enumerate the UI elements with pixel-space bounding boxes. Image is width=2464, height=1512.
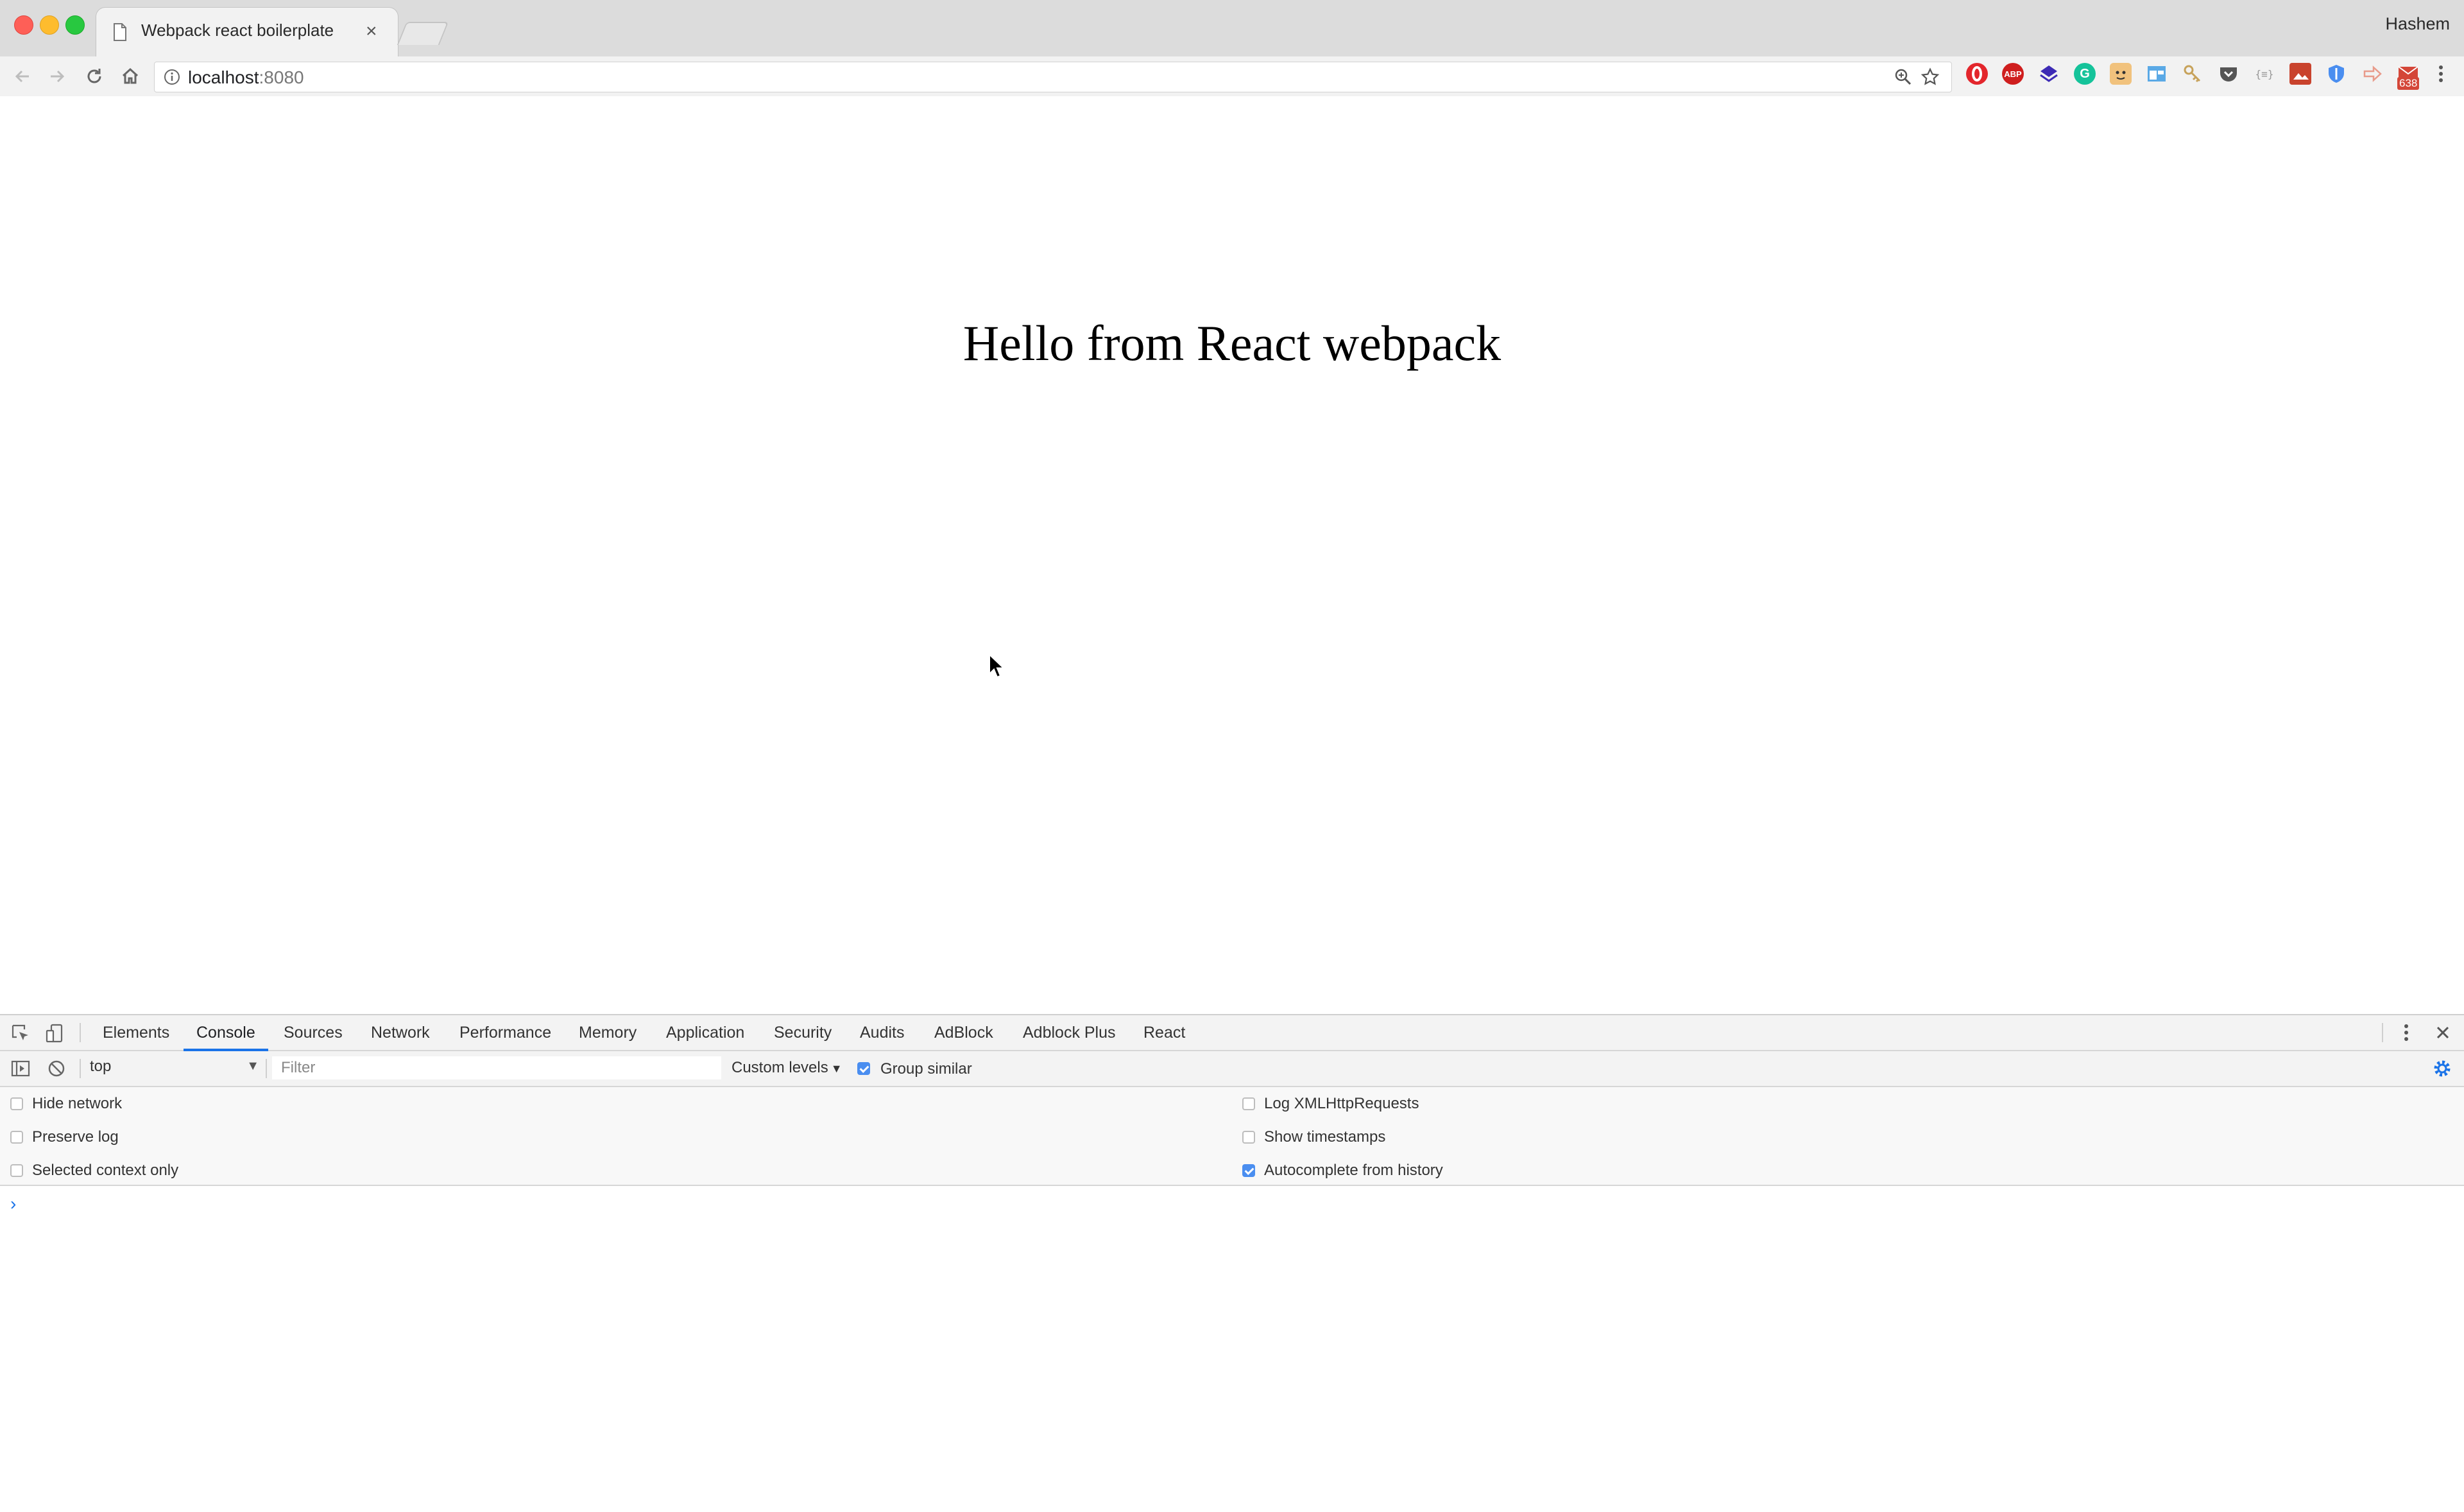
window-icon[interactable] <box>2146 63 2168 85</box>
tab-adblock-plus[interactable]: Adblock Plus <box>1023 1015 1116 1050</box>
zoom-icon[interactable] <box>1894 67 1913 87</box>
info-icon[interactable] <box>164 69 180 85</box>
group-similar-checkbox[interactable] <box>857 1062 870 1075</box>
group-similar-label: Group similar <box>880 1060 972 1078</box>
window-close-button[interactable] <box>14 15 33 35</box>
autocomplete-from-history-checkbox[interactable] <box>1242 1164 1255 1177</box>
tab-elements[interactable]: Elements <box>103 1015 169 1050</box>
tab-security[interactable]: Security <box>774 1015 832 1050</box>
profile-name[interactable]: Hashem <box>2385 14 2450 34</box>
log-levels-label: Custom levels <box>732 1059 828 1076</box>
tab-console[interactable]: Console <box>184 1015 268 1051</box>
show-timestamps-checkbox[interactable] <box>1242 1131 1255 1144</box>
layers-icon[interactable] <box>2038 63 2060 85</box>
home-icon[interactable] <box>119 65 141 87</box>
key-icon[interactable] <box>2182 63 2203 85</box>
mail-icon[interactable]: 638 <box>2397 63 2420 90</box>
selected-context-only-checkbox[interactable] <box>10 1164 23 1177</box>
json-icon[interactable]: {≡} <box>2254 63 2275 85</box>
devtools-panel: Elements Console Sources Network Perform… <box>0 1014 2464 1512</box>
tab-adblock[interactable]: AdBlock <box>934 1015 993 1050</box>
preserve-log-checkbox[interactable] <box>10 1131 23 1144</box>
gallery-icon[interactable] <box>2289 63 2311 85</box>
log-xmlhttprequests-label: Log XMLHttpRequests <box>1264 1095 1419 1112</box>
preserve-log-label: Preserve log <box>32 1128 119 1146</box>
tab-title: Webpack react boilerplate <box>141 21 334 40</box>
toolbar-divider <box>80 1023 81 1042</box>
devtools-close-icon[interactable] <box>2432 1022 2454 1044</box>
device-toolbar-icon[interactable] <box>45 1023 65 1044</box>
emoji-icon[interactable] <box>2110 63 2132 85</box>
context-selector[interactable]: top ▼ <box>90 1058 259 1079</box>
new-tab-button[interactable] <box>397 22 449 45</box>
forward-icon[interactable] <box>46 65 68 87</box>
url-port: :8080 <box>259 67 304 87</box>
clear-console-icon[interactable] <box>46 1058 67 1079</box>
dropdown-caret-icon: ▼ <box>246 1059 259 1073</box>
console-prompt-icon[interactable]: › <box>10 1194 16 1214</box>
autocomplete-from-history-label: Autocomplete from history <box>1264 1162 1443 1179</box>
page-viewport: Hello from React webpack <box>0 96 2464 1014</box>
show-timestamps-label: Show timestamps <box>1264 1128 1386 1146</box>
console-settings-panel: Hide network Preserve log Selected conte… <box>0 1087 2464 1186</box>
page-heading: Hello from React webpack <box>963 315 1502 371</box>
devtools-tabbar: Elements Console Sources Network Perform… <box>0 1015 2464 1051</box>
back-icon[interactable] <box>12 65 33 87</box>
arrow-icon[interactable] <box>2361 63 2383 85</box>
console-toolbar: top ▼ Custom levels▼ Group similar <box>0 1051 2464 1087</box>
inspect-element-icon[interactable] <box>10 1023 31 1044</box>
tab-close-icon[interactable]: × <box>366 22 377 41</box>
reload-icon[interactable] <box>83 65 105 87</box>
log-xmlhttprequests-checkbox[interactable] <box>1242 1097 1255 1110</box>
toolbar-divider <box>80 1059 81 1078</box>
tab-application[interactable]: Application <box>666 1015 744 1050</box>
mail-badge: 638 <box>2397 77 2420 90</box>
browser-menu-icon[interactable] <box>2437 63 2445 85</box>
tab-memory[interactable]: Memory <box>579 1015 637 1050</box>
context-value: top <box>90 1058 112 1075</box>
dropdown-caret-icon: ▼ <box>830 1062 843 1075</box>
address-bar[interactable]: localhost:8080 <box>154 62 1952 92</box>
sidebar-toggle-icon[interactable] <box>10 1058 31 1079</box>
pocket-icon[interactable] <box>2218 63 2239 85</box>
console-filter-input[interactable] <box>272 1056 721 1079</box>
browser-tab[interactable]: Webpack react boilerplate × <box>96 8 398 56</box>
tab-network[interactable]: Network <box>371 1015 430 1050</box>
url-text[interactable]: localhost:8080 <box>188 67 304 88</box>
adblock-plus-icon[interactable]: ABP <box>2002 63 2024 85</box>
devtools-menu-icon[interactable] <box>2402 1022 2410 1044</box>
selected-context-only-label: Selected context only <box>32 1162 179 1179</box>
opera-icon[interactable] <box>1966 63 1988 85</box>
browser-titlebar: Webpack react boilerplate × Hashem <box>0 0 2464 56</box>
page-icon <box>113 23 127 41</box>
tab-performance[interactable]: Performance <box>459 1015 551 1050</box>
tab-audits[interactable]: Audits <box>860 1015 904 1050</box>
hide-network-label: Hide network <box>32 1095 123 1112</box>
url-host: localhost <box>188 67 259 87</box>
log-levels-dropdown[interactable]: Custom levels ▼ <box>732 1059 843 1077</box>
bookmark-star-icon[interactable] <box>1921 67 1940 87</box>
grammarly-icon[interactable]: G <box>2074 63 2096 85</box>
toolbar-divider <box>266 1059 267 1078</box>
mouse-cursor-icon <box>988 653 1005 679</box>
svg-text:{≡}: {≡} <box>2255 68 2274 80</box>
window-minimize-button[interactable] <box>40 15 59 35</box>
hide-network-checkbox[interactable] <box>10 1097 23 1110</box>
console-settings-gear-icon[interactable] <box>2432 1058 2452 1079</box>
tab-sources[interactable]: Sources <box>284 1015 343 1050</box>
toolbar-divider <box>2382 1023 2383 1042</box>
tab-react[interactable]: React <box>1143 1015 1185 1050</box>
window-maximize-button[interactable] <box>65 15 85 35</box>
shield-icon[interactable] <box>2325 63 2347 85</box>
